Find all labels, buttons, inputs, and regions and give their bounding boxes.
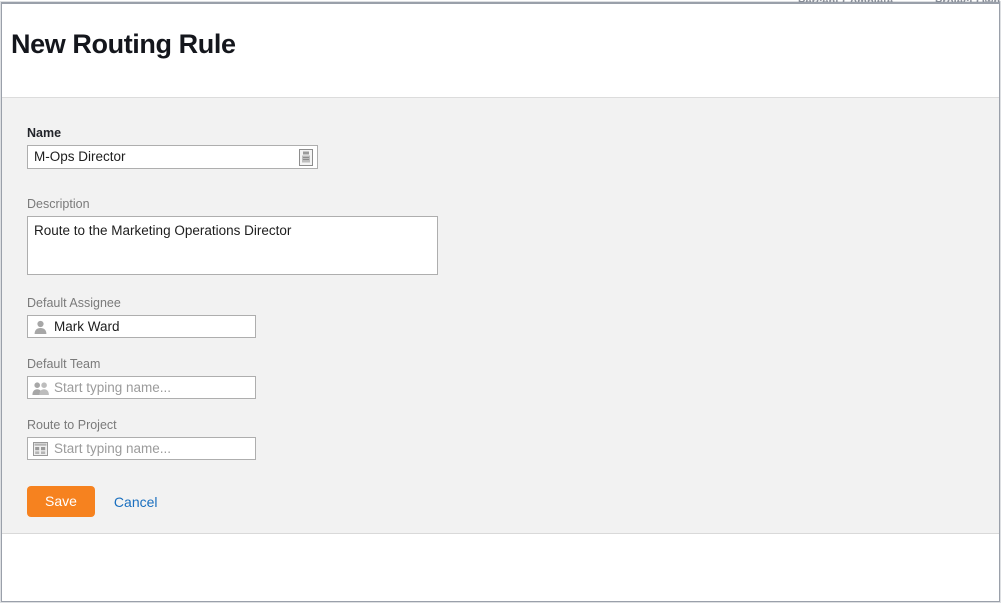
name-label: Name xyxy=(27,126,62,140)
field-route-to-project: Route to Project Start typing name... xyxy=(27,418,727,460)
cancel-button[interactable]: Cancel xyxy=(114,494,158,510)
form-actions: Save Cancel xyxy=(27,486,727,517)
group-icon xyxy=(32,380,49,396)
field-default-assignee: Default Assignee Mark Ward xyxy=(27,296,727,338)
field-name: Name M-Ops Director xyxy=(27,126,727,169)
dialog-header: New Routing Rule xyxy=(2,4,999,98)
field-description: Description Route to the Marketing Opera… xyxy=(27,197,727,275)
route-to-project-label: Route to Project xyxy=(27,418,117,432)
default-assignee-value: Mark Ward xyxy=(54,318,120,334)
field-default-team: Default Team Start typing name... xyxy=(27,357,727,399)
routing-rule-form: Name M-Ops Director Description Route to… xyxy=(27,126,727,517)
id-badge-icon[interactable] xyxy=(299,149,313,166)
description-textarea-value: Route to the Marketing Operations Direct… xyxy=(34,223,292,238)
dialog-footer-empty xyxy=(2,534,999,600)
default-team-placeholder: Start typing name... xyxy=(54,379,172,395)
description-label: Description xyxy=(27,197,90,211)
save-button[interactable]: Save xyxy=(27,486,95,517)
default-team-input[interactable]: Start typing name... xyxy=(27,376,256,399)
route-to-project-input[interactable]: Start typing name... xyxy=(27,437,256,460)
project-grid-icon xyxy=(32,441,49,457)
name-input[interactable]: M-Ops Director xyxy=(27,145,318,169)
dialog-body: Name M-Ops Director Description Route to… xyxy=(2,98,999,534)
default-assignee-input[interactable]: Mark Ward xyxy=(27,315,256,338)
new-routing-rule-dialog: New Routing Rule Name M-Ops Director Des… xyxy=(1,2,1000,602)
default-team-label: Default Team xyxy=(27,357,101,371)
default-assignee-label: Default Assignee xyxy=(27,296,121,310)
name-input-value: M-Ops Director xyxy=(34,149,126,164)
route-to-project-placeholder: Start typing name... xyxy=(54,440,172,456)
page-title: New Routing Rule xyxy=(11,29,236,59)
person-icon xyxy=(32,319,49,335)
description-textarea[interactable]: Route to the Marketing Operations Direct… xyxy=(27,216,438,275)
